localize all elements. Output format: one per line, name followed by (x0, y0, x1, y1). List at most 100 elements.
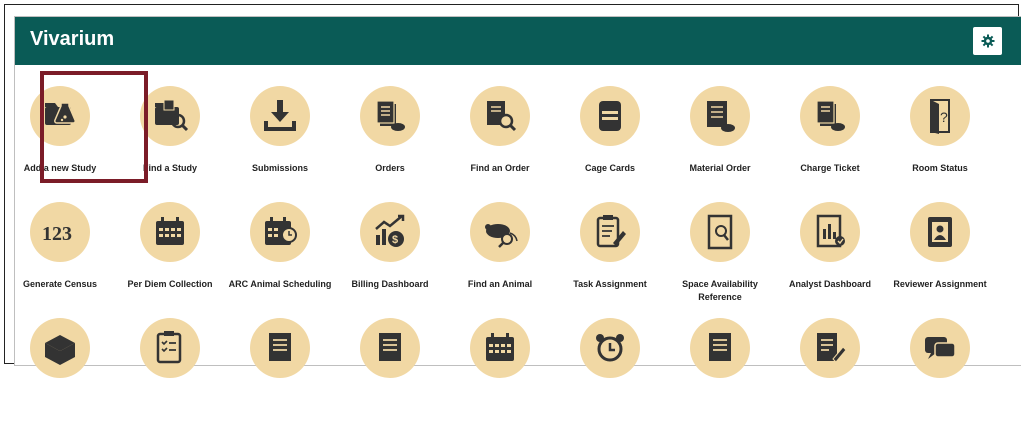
calendar-clock-icon (265, 217, 297, 245)
tile-circle (580, 318, 640, 378)
tile-circle (250, 318, 310, 378)
material-order-icon (707, 101, 735, 132)
tile-label: Reviewer Assignment (893, 279, 987, 289)
document-edit-icon (817, 333, 847, 363)
tile-billing-dashboard[interactable]: $ Billing Dashboard (335, 202, 445, 312)
tile-circle (250, 202, 310, 262)
tile-room-status[interactable]: ? Room Status (885, 86, 995, 196)
tile-circle (360, 86, 420, 146)
tile-find-an-animal[interactable]: Find an Animal (445, 202, 555, 312)
tile-label: Material Order (689, 163, 751, 173)
billing-chart-icon: $ (375, 214, 405, 247)
tile-circle (140, 86, 200, 146)
tile-label: Space Availability Reference (682, 279, 758, 302)
tile-label: Charge Ticket (800, 163, 860, 173)
chat-icon (925, 337, 956, 359)
checklist-icon (156, 331, 182, 364)
tile-label: Cage Cards (584, 163, 636, 173)
orders-icon (376, 100, 405, 131)
tile-arc-animal-scheduling[interactable]: ARC Animal Scheduling (225, 202, 335, 312)
tile-circle (800, 86, 860, 146)
tile-label: Per Diem Collection (127, 279, 213, 289)
tile-circle (690, 318, 750, 378)
document-icon (709, 333, 731, 361)
panel-header: Vivarium (15, 17, 1021, 65)
tile-circle (910, 202, 970, 262)
tile-find-a-study[interactable]: Find a Study (115, 86, 225, 196)
gear-icon (981, 34, 994, 48)
svg-text:$: $ (392, 234, 398, 246)
tile-label: Task Assignment (573, 279, 647, 289)
alarm-clock-icon (596, 334, 624, 362)
tile-cage-cards[interactable]: Cage Cards (555, 86, 665, 196)
study-flask-icon (45, 102, 77, 125)
tile-label: Submissions (251, 163, 308, 173)
tile-material-order[interactable]: Material Order (665, 86, 775, 196)
door-question-icon: ? (930, 99, 950, 134)
calendar-icon (486, 333, 514, 361)
tile-space-availability-reference[interactable]: Space Availability Reference (665, 202, 775, 312)
tile-analyst-dashboard[interactable]: Analyst Dashboard (775, 202, 885, 312)
tile-circle (910, 318, 970, 378)
id-badge-icon (928, 217, 952, 247)
tile-orders[interactable]: Orders (335, 86, 445, 196)
tile-label: Orders (375, 163, 405, 173)
tile-item-25[interactable] (775, 318, 885, 428)
analyst-report-icon (816, 214, 845, 248)
tile-label: Find an Order (470, 163, 530, 173)
tile-item-18[interactable] (5, 318, 115, 428)
tile-label: Find an Animal (467, 279, 533, 289)
download-icon (264, 100, 296, 131)
tile-circle (690, 202, 750, 262)
tile-circle (250, 86, 310, 146)
tile-item-21[interactable] (335, 318, 445, 428)
svg-text:?: ? (940, 109, 948, 125)
tile-label: Billing Dashboard (351, 279, 429, 289)
tile-circle (470, 318, 530, 378)
tile-item-19[interactable] (115, 318, 225, 428)
tile-per-diem-collection[interactable]: Per Diem Collection (115, 202, 225, 312)
tile-label: Find a Study (143, 163, 197, 173)
tile-item-24[interactable] (665, 318, 775, 428)
tile-add-a-new-study[interactable]: Add a new Study (5, 86, 115, 196)
tile-label: Generate Census (22, 279, 98, 289)
tile-circle (30, 318, 90, 378)
tile-generate-census[interactable]: 123 Generate Census (5, 202, 115, 312)
tile-charge-ticket[interactable]: Charge Ticket (775, 86, 885, 196)
tile-circle (470, 202, 530, 262)
tile-label: Add a new Study (23, 163, 97, 173)
tile-circle (690, 86, 750, 146)
tile-label: Analyst Dashboard (788, 279, 872, 289)
tile-item-26[interactable] (885, 318, 995, 428)
tile-circle (470, 86, 530, 146)
settings-button[interactable] (973, 27, 1002, 55)
tile-circle (140, 318, 200, 378)
tile-circle (800, 318, 860, 378)
clipboard-edit-icon (596, 215, 626, 248)
find-order-icon (487, 101, 517, 132)
page-title: Vivarium (30, 28, 115, 50)
find-study-icon (155, 99, 189, 132)
tile-item-20[interactable] (225, 318, 335, 428)
tile-item-23[interactable] (555, 318, 665, 428)
tile-label: Room Status (912, 163, 968, 173)
cage-card-icon (599, 101, 621, 131)
document-icon (269, 333, 291, 361)
tile-label: ARC Animal Scheduling (228, 279, 332, 289)
tile-reviewer-assignment[interactable]: Reviewer Assignment (885, 202, 995, 312)
mouse-search-icon (485, 224, 518, 248)
svg-text:123: 123 (42, 223, 72, 245)
tile-circle: 123 (30, 202, 90, 262)
tile-circle (140, 202, 200, 262)
tile-submissions[interactable]: Submissions (225, 86, 335, 196)
census-123-icon: 123 (42, 223, 72, 245)
tile-circle (30, 86, 90, 146)
tile-task-assignment[interactable]: Task Assignment (555, 202, 665, 312)
document-icon (379, 333, 401, 361)
tile-find-an-order[interactable]: Find an Order (445, 86, 555, 196)
tile-item-22[interactable] (445, 318, 555, 428)
charge-ticket-icon (816, 100, 845, 131)
calendar-icon (156, 217, 184, 245)
tile-circle (580, 86, 640, 146)
tile-circle: ? (910, 86, 970, 146)
